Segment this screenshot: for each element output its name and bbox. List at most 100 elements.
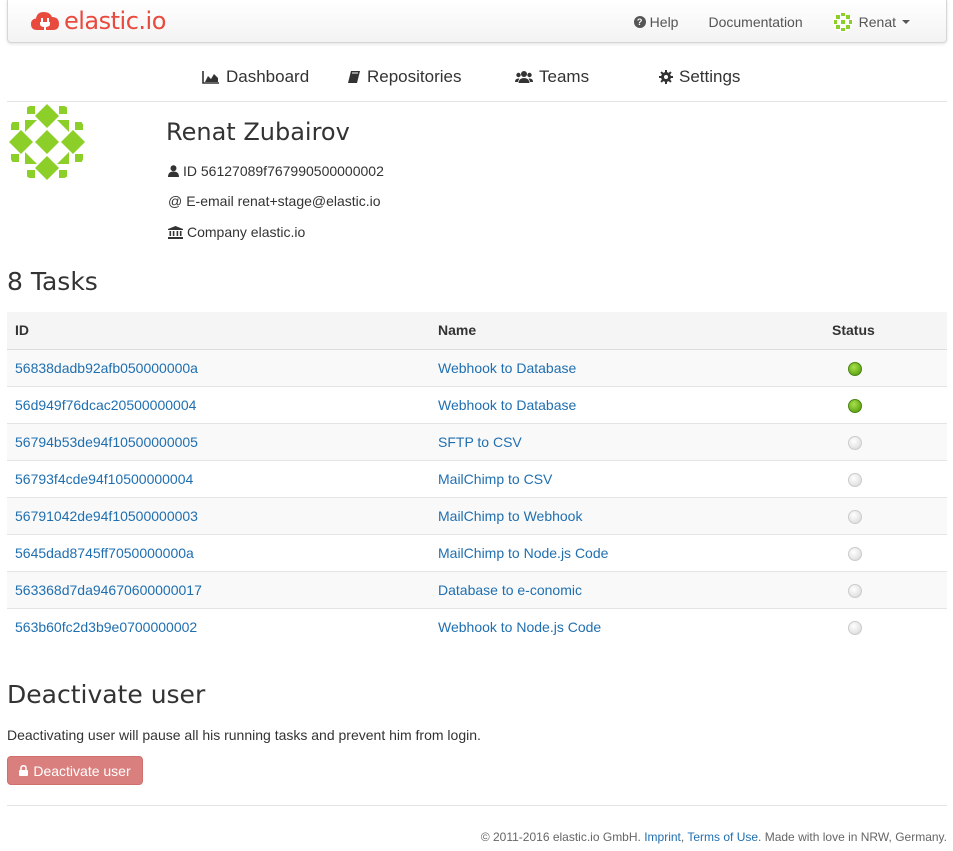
status-inactive-icon <box>848 435 862 450</box>
tasks-table-body: 56838dadb92afb050000000a Webhook to Datab… <box>7 348 947 645</box>
imprint-link[interactable]: Imprint <box>644 830 681 844</box>
task-status-cell <box>824 533 947 571</box>
tasks-header-row: ID Name Status <box>7 312 947 350</box>
task-name-cell: SFTP to CSV <box>430 422 824 460</box>
table-row: 56d949f76dcac20500000004 Webhook to Datab… <box>7 385 947 423</box>
task-status-cell <box>824 607 947 645</box>
table-row: 56793f4cde94f10500000004 MailChimp to CSV <box>7 459 947 497</box>
task-status-cell <box>824 385 947 423</box>
profile-company-row: Company elastic.io <box>168 224 305 240</box>
lock-icon <box>19 765 29 776</box>
gear-icon <box>659 70 673 84</box>
footer-separator: , <box>680 830 685 844</box>
task-id-cell: 56791042de94f10500000003 <box>7 496 430 534</box>
task-name-link[interactable]: MailChimp to CSV <box>438 471 552 487</box>
profile-id: ID 56127089f767990500000002 <box>183 163 384 179</box>
task-id-link[interactable]: 563368d7da94670600000017 <box>15 582 202 598</box>
tab-teams[interactable]: Teams <box>515 67 589 87</box>
table-row: 5645dad8745ff7050000000a MailChimp to Nod… <box>7 533 947 571</box>
task-name-cell: Webhook to Database <box>430 385 824 423</box>
task-status-cell <box>824 459 947 497</box>
footer: © 2011-2016 elastic.io GmbH. Imprint, Te… <box>481 830 947 844</box>
task-id-cell: 56838dadb92afb050000000a <box>7 348 430 386</box>
at-icon: @ <box>168 193 183 209</box>
footer-copyright: © 2011-2016 elastic.io GmbH. <box>480 830 641 844</box>
user-avatar <box>7 102 87 182</box>
user-avatar-small <box>832 11 853 32</box>
tab-settings[interactable]: Settings <box>659 67 740 87</box>
top-navbar: elastic.io ? Help Documentation Renat <box>7 0 947 43</box>
status-active-icon <box>848 398 862 413</box>
task-name-link[interactable]: Webhook to Node.js Code <box>438 619 601 635</box>
task-id-link[interactable]: 5645dad8745ff7050000000a <box>15 545 194 561</box>
task-id-link[interactable]: 56d949f76dcac20500000004 <box>15 397 196 413</box>
column-header-status: Status <box>824 312 947 350</box>
brand-logo[interactable]: elastic.io <box>30 7 166 35</box>
status-inactive-icon <box>848 509 862 524</box>
status-inactive-icon <box>848 472 862 487</box>
table-row: 56794b53de94f10500000005 SFTP to CSV <box>7 422 947 460</box>
terms-of-use-link[interactable]: Terms of Use <box>687 830 758 844</box>
user-icon <box>168 165 179 177</box>
help-label: Help <box>649 13 679 30</box>
task-id-link[interactable]: 56791042de94f10500000003 <box>15 508 198 524</box>
task-name-cell: MailChimp to Node.js Code <box>430 533 824 571</box>
task-name-cell: MailChimp to CSV <box>430 459 824 497</box>
table-row: 56838dadb92afb050000000a Webhook to Datab… <box>7 348 947 386</box>
book-icon <box>348 71 360 83</box>
task-id-cell: 56794b53de94f10500000005 <box>7 422 430 460</box>
table-row: 56791042de94f10500000003 MailChimp to Web… <box>7 496 947 534</box>
task-status-cell <box>824 496 947 534</box>
task-id-cell: 5645dad8745ff7050000000a <box>7 533 430 571</box>
tab-dashboard-label: Dashboard <box>226 67 310 86</box>
status-active-icon <box>848 361 862 376</box>
task-name-link[interactable]: Database to e-conomic <box>438 582 582 598</box>
task-id-cell: 56d949f76dcac20500000004 <box>7 385 430 423</box>
task-status-cell <box>824 570 947 608</box>
tab-dashboard[interactable]: Dashboard <box>202 67 309 87</box>
brand-text: elastic.io <box>64 7 166 35</box>
column-header-id: ID <box>7 312 430 350</box>
task-id-link[interactable]: 56838dadb92afb050000000a <box>15 360 198 376</box>
task-id-link[interactable]: 563b60fc2d3b9e0700000002 <box>15 619 197 635</box>
profile-company: Company elastic.io <box>187 224 306 240</box>
user-name-label: Renat <box>858 13 896 30</box>
task-name-cell: Webhook to Database <box>430 348 824 386</box>
task-name-link[interactable]: SFTP to CSV <box>438 434 522 450</box>
status-inactive-icon <box>848 620 862 635</box>
help-link[interactable]: ? Help <box>633 13 679 30</box>
task-name-link[interactable]: Webhook to Database <box>438 397 576 413</box>
tasks-table: ID Name Status 56838dadb92afb050000000a W… <box>7 312 947 645</box>
deactivate-button-label: Deactivate user <box>33 762 131 779</box>
section-nav: Dashboard Repositories Teams Settings <box>7 58 947 102</box>
table-row: 563b60fc2d3b9e0700000002 Webhook to Node.… <box>7 607 947 645</box>
profile-name: Renat Zubairov <box>166 118 350 146</box>
documentation-label: Documentation <box>708 13 803 30</box>
task-name-cell: MailChimp to Webhook <box>430 496 824 534</box>
task-name-link[interactable]: MailChimp to Node.js Code <box>438 545 608 561</box>
users-icon <box>515 71 533 83</box>
task-id-cell: 56793f4cde94f10500000004 <box>7 459 430 497</box>
tasks-heading: 8 Tasks <box>7 267 98 296</box>
area-chart-icon <box>202 71 219 84</box>
bank-icon <box>168 225 183 239</box>
footer-tagline: . Made with love in NRW, Germany. <box>758 830 947 844</box>
task-name-cell: Webhook to Node.js Code <box>430 607 824 645</box>
task-id-link[interactable]: 56794b53de94f10500000005 <box>15 434 198 450</box>
task-status-cell <box>824 348 947 386</box>
task-name-link[interactable]: Webhook to Database <box>438 360 576 376</box>
column-header-name: Name <box>430 312 824 350</box>
task-name-link[interactable]: MailChimp to Webhook <box>438 508 582 524</box>
cloud-plug-icon <box>31 12 59 30</box>
task-id-cell: 563b60fc2d3b9e0700000002 <box>7 607 430 645</box>
tab-teams-label: Teams <box>539 67 590 86</box>
task-id-link[interactable]: 56793f4cde94f10500000004 <box>15 471 193 487</box>
profile-id-row: ID 56127089f767990500000002 <box>168 163 384 179</box>
documentation-link[interactable]: Documentation <box>708 14 802 30</box>
deactivate-heading: Deactivate user <box>7 680 206 709</box>
tab-repositories[interactable]: Repositories <box>347 67 462 87</box>
deactivate-user-button[interactable]: Deactivate user <box>7 756 143 785</box>
task-name-cell: Database to e-conomic <box>430 570 824 608</box>
status-inactive-icon <box>848 546 862 561</box>
user-menu-dropdown[interactable]: Renat <box>832 11 910 32</box>
